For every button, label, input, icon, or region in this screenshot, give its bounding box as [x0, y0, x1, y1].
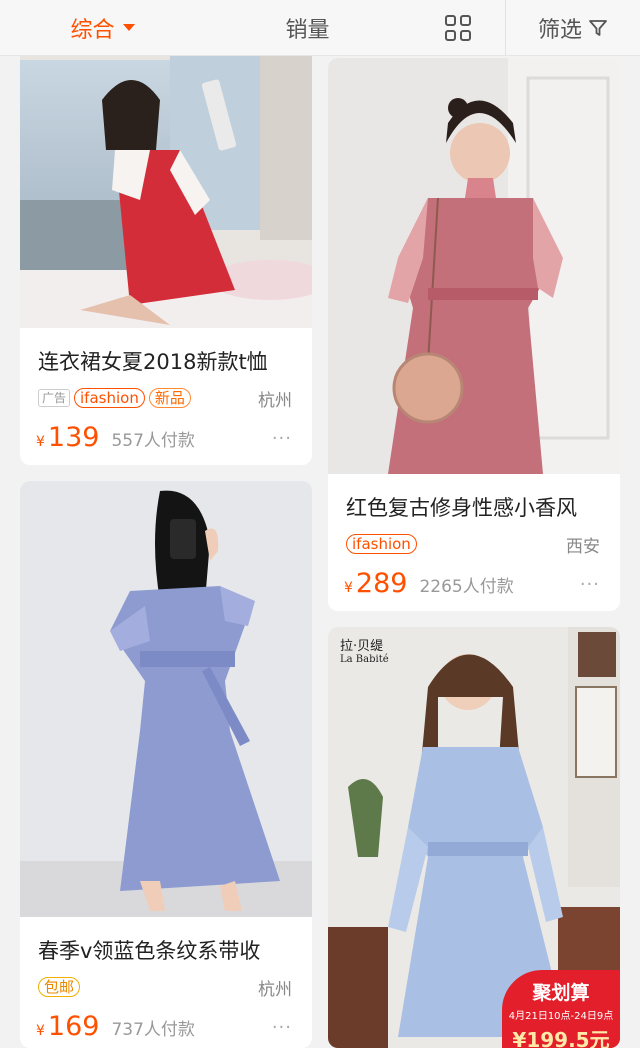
more-options-icon[interactable]: ··· [272, 428, 292, 449]
tag-badge: ifashion [74, 388, 145, 408]
price-row: ¥ 289 2265人付款 [344, 568, 514, 599]
sort-tab-sales[interactable]: 销量 [205, 0, 410, 56]
product-card[interactable]: 红色复古修身性感小香风 ifashion 西安 ¥ 289 2265人付款 ··… [328, 58, 620, 611]
currency-symbol: ¥ [344, 580, 353, 596]
view-toggle-button[interactable] [410, 0, 505, 56]
sort-tab-comprehensive[interactable]: 综合 [0, 0, 205, 56]
ad-label: 广告 [38, 389, 71, 407]
more-options-icon[interactable]: ··· [272, 1017, 292, 1038]
currency-symbol: ¥ [36, 434, 45, 450]
tag-badge: 包邮 [38, 977, 81, 997]
product-title[interactable]: 红色复古修身性感小香风 [346, 492, 577, 522]
juhuasuan-promo-badge[interactable]: 聚划算 4月21日10点-24日9点 ¥199.5元 [502, 970, 620, 1048]
tag-badge: 新品 [148, 388, 191, 408]
filter-button[interactable]: 筛选 [505, 0, 640, 56]
sort-bar: 综合 销量 筛选 [0, 0, 640, 56]
promo-price: ¥199.5元 [512, 1028, 610, 1048]
product-location: 杭州 [258, 391, 292, 411]
more-options-icon[interactable]: ··· [580, 574, 600, 595]
product-price: 169 [47, 1011, 100, 1042]
product-price: 289 [355, 568, 408, 599]
currency-symbol: ¥ [36, 1023, 45, 1039]
price-row: ¥ 169 737人付款 [36, 1011, 195, 1042]
promo-title: 聚划算 [532, 982, 590, 1004]
funnel-icon [589, 19, 607, 36]
filter-label: 筛选 [537, 17, 582, 43]
brand-name-en: La Babité [340, 654, 389, 665]
product-location: 杭州 [258, 980, 292, 1000]
price-row: ¥ 139 557人付款 [36, 422, 195, 453]
brand-logo: 拉·贝缇 La Babité [340, 635, 389, 665]
product-title[interactable]: 连衣裙女夏2018新款t恤 [38, 346, 268, 376]
product-price: 139 [47, 422, 100, 453]
sort-tab-label: 销量 [285, 17, 330, 43]
brand-name-cn: 拉·贝缇 [340, 639, 384, 654]
sales-count: 2265人付款 [419, 577, 514, 597]
product-tags: 广告 ifashion 新品 [38, 388, 191, 408]
product-image[interactable] [20, 40, 312, 328]
product-card[interactable]: 拉·贝缇 La Babité 聚划算 4月21日10点-24日9点 ¥199.5… [328, 627, 620, 1048]
product-location: 西安 [566, 537, 600, 557]
product-card[interactable]: 连衣裙女夏2018新款t恤 广告 ifashion 新品 杭州 ¥ 139 55… [20, 40, 312, 465]
product-image[interactable] [20, 481, 312, 917]
product-card[interactable]: 春季v领蓝色条纹系带收 包邮 杭州 ¥ 169 737人付款 ··· [20, 481, 312, 1048]
tag-badge: ifashion [346, 534, 417, 554]
caret-down-icon [122, 24, 135, 31]
sales-count: 557人付款 [111, 431, 195, 451]
product-image[interactable] [328, 58, 620, 474]
grid-view-icon [444, 14, 471, 41]
product-tags: 包邮 [38, 977, 81, 997]
promo-time: 4月21日10点-24日9点 [508, 1011, 614, 1022]
sort-tab-label: 综合 [70, 17, 115, 43]
product-tags: ifashion [346, 534, 417, 554]
product-title[interactable]: 春季v领蓝色条纹系带收 [38, 935, 260, 965]
sales-count: 737人付款 [111, 1020, 195, 1040]
